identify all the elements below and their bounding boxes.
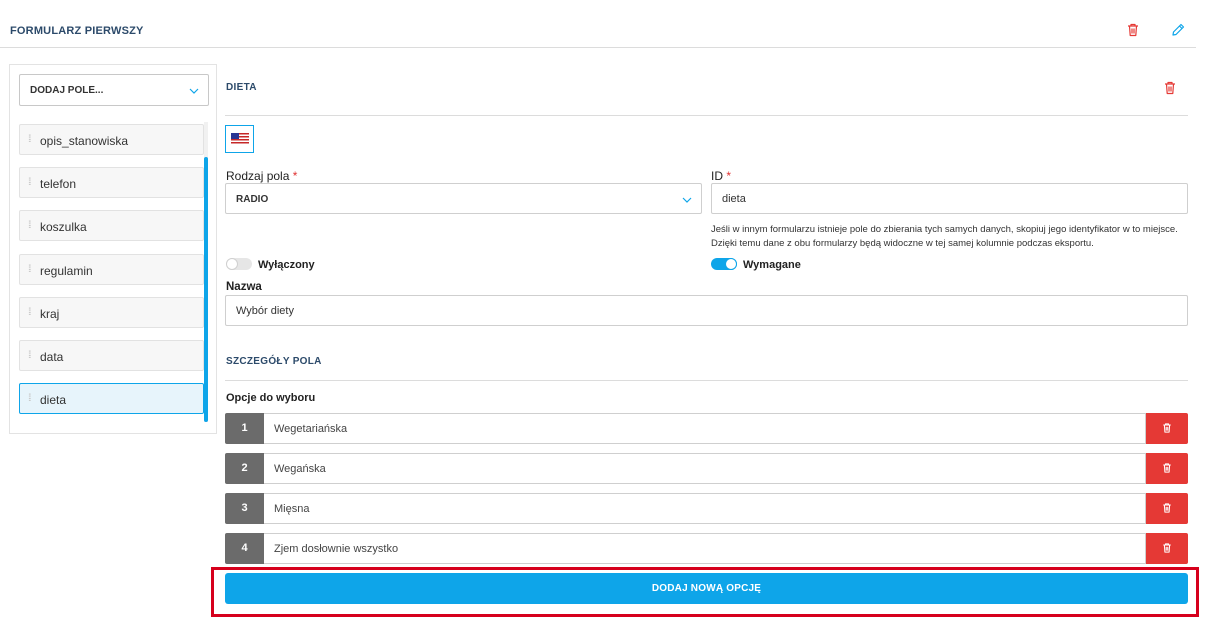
id-input[interactable]: dieta [711, 183, 1188, 214]
option-input[interactable]: Wegetariańska [264, 413, 1146, 444]
option-row: 4 Zjem dosłownie wszystko [225, 533, 1188, 564]
delete-option-button[interactable] [1146, 493, 1188, 524]
option-input[interactable]: Wegańska [264, 453, 1146, 484]
id-hint-line2: Dzięki temu dane z obu formularzy będą w… [711, 238, 1094, 249]
id-value: dieta [722, 193, 746, 205]
sidebar-item-label: kraj [40, 307, 60, 321]
sidebar-item-kraj[interactable]: ⁞⁞ kraj [19, 297, 204, 328]
option-number: 1 [225, 413, 264, 444]
form-header: FORMULARZ PIERWSZY [0, 0, 1196, 48]
option-row: 1 Wegetariańska [225, 413, 1188, 444]
chevron-down-icon [189, 88, 199, 94]
trash-icon [1163, 463, 1171, 473]
add-option-button[interactable]: DODAJ NOWĄ OPCJĘ [225, 573, 1188, 604]
field-section-title: DIETA [226, 82, 257, 93]
drag-handle-icon[interactable]: ⁞⁞ [28, 264, 31, 275]
sidebar-item-label: regulamin [40, 264, 93, 278]
option-row: 2 Wegańska [225, 453, 1188, 484]
id-hint-line1: Jeśli w innym formularzu istnieje pole d… [711, 224, 1178, 235]
sidebar-item-label: koszulka [40, 220, 87, 234]
name-value: Wybór diety [236, 305, 294, 317]
drag-handle-icon[interactable]: ⁞⁞ [28, 393, 31, 404]
details-section-title: SZCZEGÓŁY POLA [226, 356, 322, 367]
delete-option-button[interactable] [1146, 413, 1188, 444]
sidebar-item-label: dieta [40, 393, 67, 407]
sidebar-item-dieta[interactable]: ⁞⁞ dieta [19, 383, 204, 414]
sidebar-item-opis-stanowiska[interactable]: ⁞⁞ opis_stanowiska [19, 124, 204, 155]
name-label: Nazwa [226, 281, 262, 293]
option-value: Wegetariańska [274, 423, 348, 435]
sidebar-item-label: opis_stanowiska [40, 134, 129, 148]
option-input[interactable]: Mięsna [264, 493, 1146, 524]
option-number: 2 [225, 453, 264, 484]
us-flag-icon [231, 133, 249, 145]
delete-option-button[interactable] [1146, 453, 1188, 484]
field-type-value: RADIO [236, 194, 269, 205]
option-number: 4 [225, 533, 264, 564]
name-input[interactable]: Wybór diety [225, 295, 1188, 326]
sidebar-item-koszulka[interactable]: ⁞⁞ koszulka [19, 210, 204, 241]
trash-icon [1163, 423, 1171, 433]
required-label: Wymagane [743, 259, 801, 271]
trash-icon [1163, 503, 1171, 513]
drag-handle-icon[interactable]: ⁞⁞ [28, 350, 31, 361]
field-type-select[interactable]: RADIO [225, 183, 702, 214]
sidebar-item-label: telefon [40, 177, 77, 191]
chevron-down-icon [682, 197, 692, 203]
add-field-select[interactable]: DODAJ POLE... [19, 74, 209, 106]
scrollbar-thumb[interactable] [204, 157, 208, 422]
drag-handle-icon[interactable]: ⁞⁞ [28, 307, 31, 318]
field-type-label: Rodzaj pola * [226, 169, 298, 183]
trash-icon [1163, 543, 1171, 553]
sidebar-item-data[interactable]: ⁞⁞ data [19, 340, 204, 371]
options-label: Opcje do wyboru [226, 392, 316, 404]
sidebar-item-regulamin[interactable]: ⁞⁞ regulamin [19, 254, 204, 285]
option-input[interactable]: Zjem dosłownie wszystko [264, 533, 1146, 564]
required-toggle[interactable] [711, 258, 737, 270]
drag-handle-icon[interactable]: ⁞⁞ [28, 177, 31, 188]
sidebar-item-telefon[interactable]: ⁞⁞ telefon [19, 167, 204, 198]
sidebar-item-label: data [40, 350, 64, 364]
option-number: 3 [225, 493, 264, 524]
fields-sidebar: DODAJ POLE... ⁞⁞ opis_stanowiska ⁞⁞ tele… [9, 64, 217, 434]
divider [225, 115, 1188, 116]
add-field-label: DODAJ POLE... [30, 85, 104, 96]
form-title: FORMULARZ PIERWSZY [10, 25, 144, 37]
option-value: Wegańska [274, 463, 326, 475]
language-button[interactable] [225, 125, 254, 153]
trash-icon[interactable] [1125, 22, 1141, 38]
disabled-toggle[interactable] [226, 258, 252, 270]
drag-handle-icon[interactable]: ⁞⁞ [28, 220, 31, 231]
option-value: Mięsna [274, 503, 310, 515]
pencil-icon[interactable] [1170, 22, 1186, 38]
trash-icon[interactable] [1162, 80, 1178, 96]
drag-handle-icon[interactable]: ⁞⁞ [28, 134, 31, 145]
delete-option-button[interactable] [1146, 533, 1188, 564]
disabled-label: Wyłączony [258, 259, 315, 271]
divider [225, 380, 1188, 381]
id-label: ID * [711, 169, 732, 183]
option-value: Zjem dosłownie wszystko [274, 543, 399, 555]
option-row: 3 Mięsna [225, 493, 1188, 524]
